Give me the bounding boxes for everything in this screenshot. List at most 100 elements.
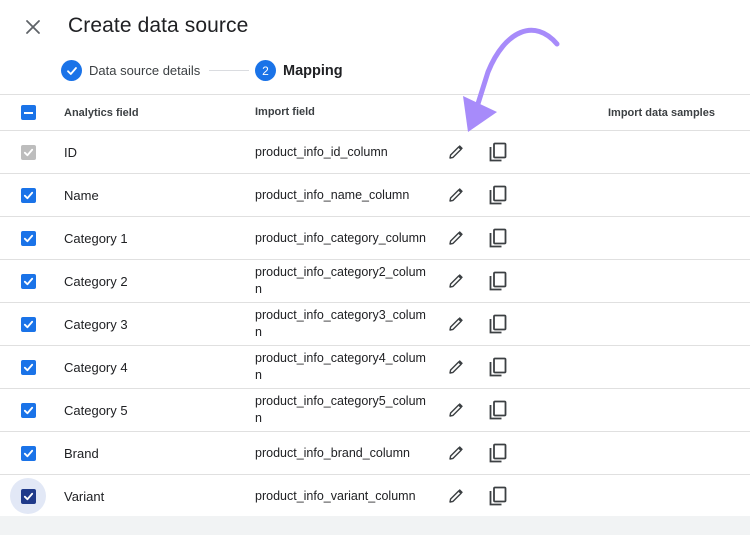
copy-icon <box>489 357 507 377</box>
pencil-icon <box>447 358 465 376</box>
check-icon <box>23 233 34 244</box>
import-field-name: product_info_brand_column <box>255 445 410 460</box>
edit-button[interactable] <box>444 303 468 345</box>
pencil-icon <box>447 315 465 333</box>
step-mapping[interactable]: 2 Mapping <box>255 60 343 81</box>
pencil-icon <box>447 487 465 505</box>
import-field-name: product_info_category4_column <box>255 351 426 382</box>
table-header: Analytics field Import field Import data… <box>0 94 750 130</box>
copy-button[interactable] <box>486 217 510 259</box>
row-checkbox[interactable] <box>20 187 36 203</box>
row-checkbox[interactable] <box>20 445 36 461</box>
row-checkbox[interactable] <box>20 273 36 289</box>
check-icon <box>23 405 34 416</box>
import-field-name: product_info_category_column <box>255 230 426 245</box>
edit-button[interactable] <box>444 432 468 474</box>
header-import-field: Import field <box>255 106 315 118</box>
check-icon <box>23 190 34 201</box>
step-data-source-details[interactable]: Data source details <box>61 60 200 81</box>
copy-icon <box>489 314 507 334</box>
analytics-field-name: Category 5 <box>64 402 128 418</box>
analytics-field-name: Category 2 <box>64 273 128 289</box>
row-checkbox[interactable] <box>20 230 36 246</box>
copy-icon <box>489 271 507 291</box>
select-all-checkbox[interactable] <box>20 105 36 120</box>
table-row: Variant product_info_variant_column <box>0 474 750 517</box>
copy-icon <box>489 486 507 506</box>
import-field-name: product_info_category3_column <box>255 308 426 339</box>
header-analytics-field: Analytics field <box>64 106 139 119</box>
close-icon <box>26 20 40 34</box>
row-checkbox[interactable] <box>20 488 36 504</box>
edit-button[interactable] <box>444 475 468 517</box>
table-row: Category 5 product_info_category5_column <box>0 388 750 431</box>
bottom-bar <box>0 516 750 535</box>
edit-button[interactable] <box>444 389 468 431</box>
table-row: Category 2 product_info_category2_column <box>0 259 750 302</box>
copy-icon <box>489 443 507 463</box>
edit-button[interactable] <box>444 260 468 302</box>
copy-icon <box>489 400 507 420</box>
check-icon <box>23 362 34 373</box>
analytics-field-name: Variant <box>64 488 105 504</box>
pencil-icon <box>447 229 465 247</box>
focus-indicator <box>10 478 46 514</box>
analytics-field-name: Brand <box>64 445 99 461</box>
dialog-header: Create data source <box>0 0 750 52</box>
copy-button[interactable] <box>486 303 510 345</box>
copy-button[interactable] <box>486 432 510 474</box>
check-icon <box>23 147 34 158</box>
row-checkbox[interactable] <box>20 316 36 332</box>
import-field-name: product_info_name_column <box>255 187 410 202</box>
import-field-name: product_info_id_column <box>255 144 388 159</box>
row-checkbox[interactable] <box>20 402 36 418</box>
check-icon <box>61 60 82 81</box>
copy-button[interactable] <box>486 174 510 216</box>
analytics-field-name: Category 1 <box>64 230 128 246</box>
table-row: Category 4 product_info_category4_column <box>0 345 750 388</box>
page-title: Create data source <box>68 14 249 37</box>
copy-button[interactable] <box>486 475 510 517</box>
copy-button[interactable] <box>486 131 510 173</box>
import-field-name: product_info_category5_column <box>255 394 426 425</box>
pencil-icon <box>447 444 465 462</box>
import-field-name: product_info_category2_column <box>255 265 426 296</box>
step-connector <box>209 70 249 71</box>
analytics-field-name: ID <box>64 144 77 160</box>
step-label: Data source details <box>89 63 201 78</box>
copy-icon <box>489 228 507 248</box>
copy-icon <box>489 185 507 205</box>
analytics-field-name: Name <box>64 187 99 203</box>
check-icon <box>23 276 34 287</box>
import-field-name: product_info_variant_column <box>255 488 416 503</box>
stepper: Data source details 2 Mapping <box>0 56 750 88</box>
table-row: Category 1 product_info_category_column <box>0 216 750 259</box>
edit-button[interactable] <box>444 131 468 173</box>
step-label: Mapping <box>283 62 343 79</box>
header-import-data-samples: Import data samples <box>608 106 715 119</box>
table-row: Name product_info_name_column <box>0 173 750 216</box>
edit-button[interactable] <box>444 346 468 388</box>
table-row: Brand product_info_brand_column <box>0 431 750 474</box>
row-checkbox <box>20 144 36 160</box>
pencil-icon <box>447 401 465 419</box>
pencil-icon <box>447 186 465 204</box>
edit-button[interactable] <box>444 174 468 216</box>
pencil-icon <box>447 143 465 161</box>
table-row: Category 3 product_info_category3_column <box>0 302 750 345</box>
close-button[interactable] <box>20 14 46 40</box>
copy-button[interactable] <box>486 346 510 388</box>
minus-icon <box>23 111 33 114</box>
analytics-field-name: Category 3 <box>64 316 128 332</box>
check-icon <box>23 448 34 459</box>
copy-button[interactable] <box>486 260 510 302</box>
table-row: ID product_info_id_column <box>0 130 750 173</box>
check-icon <box>23 491 34 502</box>
edit-button[interactable] <box>444 217 468 259</box>
pencil-icon <box>447 272 465 290</box>
row-checkbox[interactable] <box>20 359 36 375</box>
step-number: 2 <box>255 60 276 81</box>
analytics-field-name: Category 4 <box>64 359 128 375</box>
copy-icon <box>489 142 507 162</box>
copy-button[interactable] <box>486 389 510 431</box>
